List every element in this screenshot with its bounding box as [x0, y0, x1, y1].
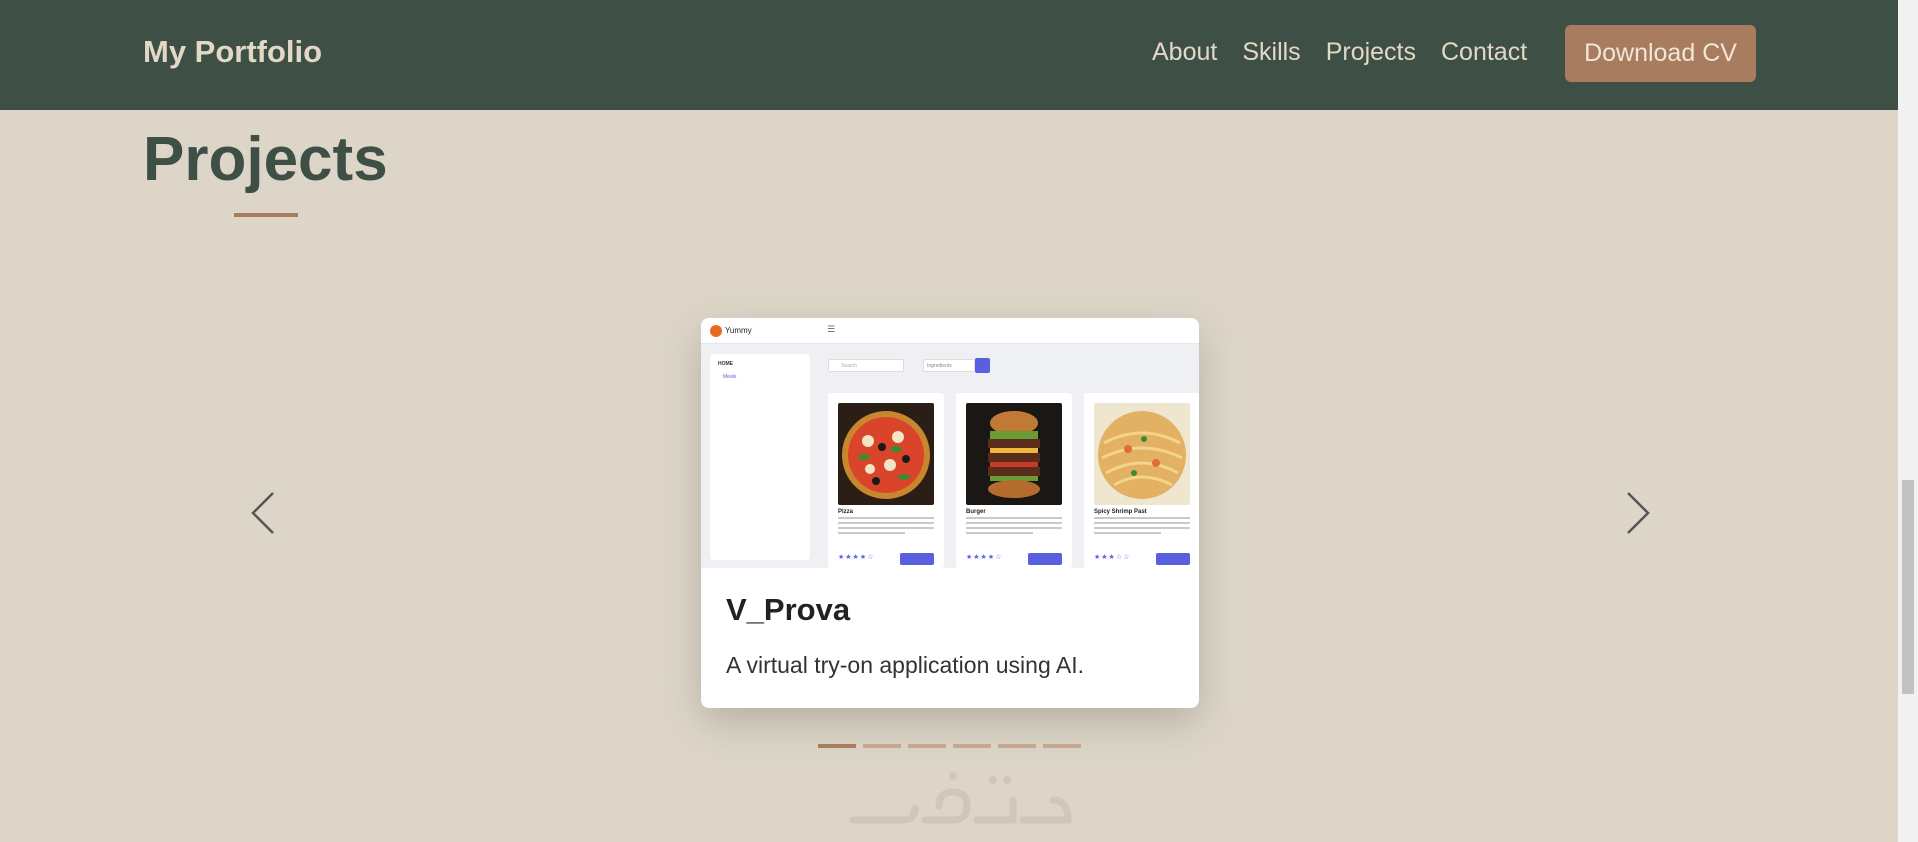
project-title: V_Prova — [726, 592, 851, 627]
nav-link-about[interactable]: About — [1152, 38, 1217, 67]
carousel-indicator-4[interactable] — [953, 744, 991, 748]
burger-image — [966, 403, 1062, 505]
pizza-image — [838, 403, 934, 505]
star-rating: ★★★★☆ — [966, 554, 1003, 561]
chevron-right-icon — [1627, 492, 1650, 534]
pasta-image — [1094, 403, 1190, 505]
screenshot-food-card: Spicy Shrimp Past ★★★☆☆ — [1084, 393, 1199, 568]
screenshot-food-desc — [1094, 517, 1190, 545]
chevron-left-icon — [251, 492, 274, 534]
screenshot-topbar: Yummy ☰ — [701, 318, 1199, 344]
carousel-indicator-1[interactable] — [818, 744, 856, 748]
nav-links: About Skills Projects Contact — [1152, 38, 1527, 67]
carousel-indicator-3[interactable] — [908, 744, 946, 748]
screenshot-see-more-button — [1028, 553, 1062, 565]
scrollbar-thumb[interactable] — [1902, 480, 1914, 694]
screenshot-food-desc — [838, 517, 934, 545]
carousel-indicators — [818, 744, 1081, 748]
title-underline — [234, 213, 298, 217]
carousel-indicator-2[interactable] — [863, 744, 901, 748]
screenshot-filter-button — [975, 358, 990, 373]
star-rating: ★★★★☆ — [838, 554, 875, 561]
screenshot-food-name: Pizza — [838, 509, 854, 515]
screenshot-see-more-button — [900, 553, 934, 565]
nav-link-skills[interactable]: Skills — [1242, 38, 1300, 67]
brand-logo[interactable]: My Portfolio — [143, 34, 322, 70]
watermark-logo — [843, 760, 1078, 842]
project-card[interactable]: Yummy ☰ HOME Meals Search Ingredients Pi… — [701, 318, 1199, 708]
screenshot-food-desc — [966, 517, 1062, 545]
screenshot-filter: Ingredients — [923, 359, 975, 372]
scrollbar-track[interactable] — [1898, 0, 1918, 842]
screenshot-app-name: Yummy — [725, 326, 752, 335]
hamburger-menu-icon: ☰ — [827, 324, 836, 334]
navbar: My Portfolio About Skills Projects Conta… — [0, 0, 1898, 110]
screenshot-sidebar-heading: HOME — [718, 361, 733, 367]
project-description: A virtual try-on application using AI. — [726, 652, 1084, 678]
nav-link-contact[interactable]: Contact — [1441, 38, 1527, 67]
download-cv-button[interactable]: Download CV — [1565, 25, 1756, 82]
carousel-next-button[interactable] — [1616, 490, 1656, 536]
section-title: Projects — [143, 125, 388, 194]
star-rating: ★★★☆☆ — [1094, 554, 1131, 561]
carousel-prev-button[interactable] — [245, 490, 285, 536]
screenshot-food-card: Pizza ★★★★☆ — [828, 393, 944, 568]
carousel-indicator-6[interactable] — [1043, 744, 1081, 748]
carousel-indicator-5[interactable] — [998, 744, 1036, 748]
screenshot-sidebar: HOME Meals — [710, 354, 810, 560]
screenshot-sidebar-item: Meals — [723, 374, 737, 380]
screenshot-food-name: Burger — [966, 509, 986, 515]
screenshot-food-card: Burger ★★★★☆ — [956, 393, 1072, 568]
screenshot-see-more-button — [1156, 553, 1190, 565]
project-screenshot: Yummy ☰ HOME Meals Search Ingredients Pi… — [701, 318, 1199, 568]
screenshot-food-name: Spicy Shrimp Past — [1094, 509, 1147, 515]
nav-link-projects[interactable]: Projects — [1326, 38, 1416, 67]
app-logo-icon — [710, 325, 722, 337]
screenshot-search: Search — [828, 359, 904, 372]
